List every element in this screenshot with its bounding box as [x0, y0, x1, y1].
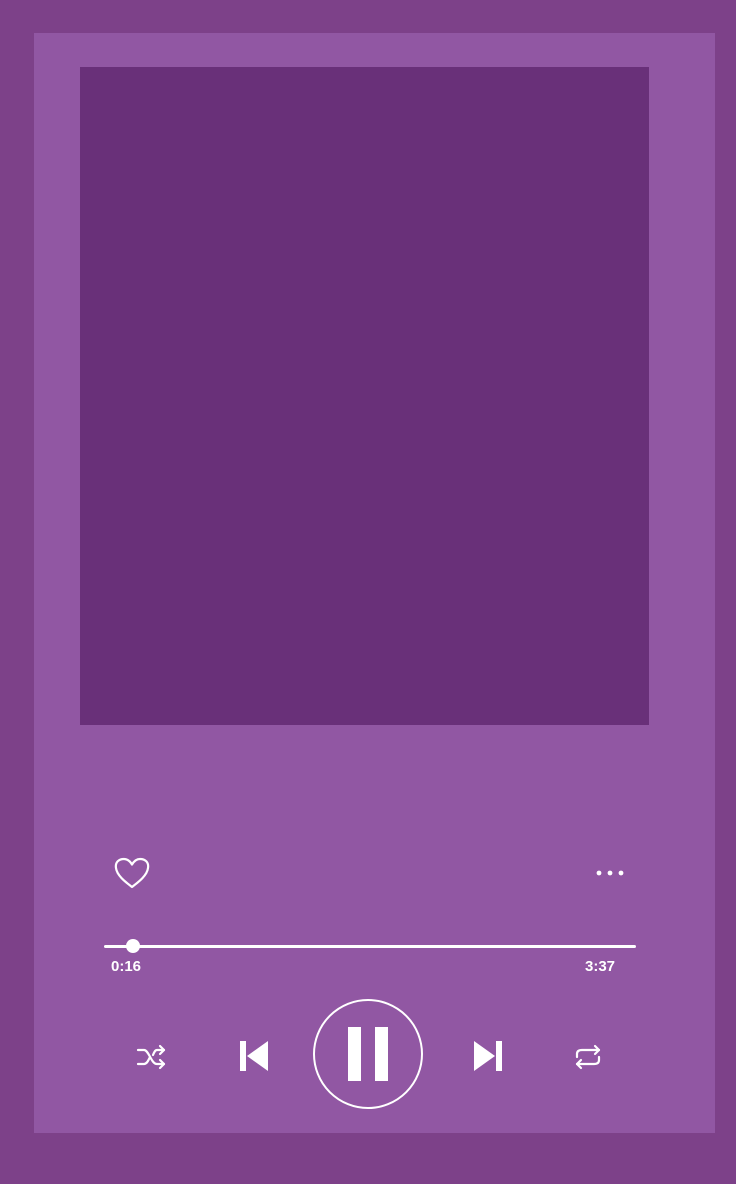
skip-next-icon [474, 1041, 502, 1071]
more-options-button[interactable] [590, 859, 630, 887]
player-card: 0:16 3:37 [34, 33, 715, 1133]
previous-button[interactable] [233, 1035, 275, 1077]
repeat-icon [575, 1044, 601, 1070]
skip-previous-icon [240, 1041, 268, 1071]
progress-bar[interactable] [104, 937, 636, 957]
elapsed-time: 0:16 [111, 958, 142, 975]
repeat-button[interactable] [569, 1039, 607, 1075]
total-duration: 3:37 [585, 958, 616, 975]
pause-button[interactable] [313, 999, 423, 1109]
progress-track[interactable] [104, 945, 636, 948]
shuffle-icon [136, 1044, 166, 1070]
more-dots-icon [596, 870, 624, 876]
like-button[interactable] [110, 853, 154, 893]
pause-icon [348, 1027, 388, 1081]
shuffle-button[interactable] [134, 1039, 170, 1075]
heart-icon [114, 857, 150, 889]
album-art [80, 67, 649, 725]
progress-thumb[interactable] [125, 939, 140, 953]
next-button[interactable] [467, 1035, 509, 1077]
